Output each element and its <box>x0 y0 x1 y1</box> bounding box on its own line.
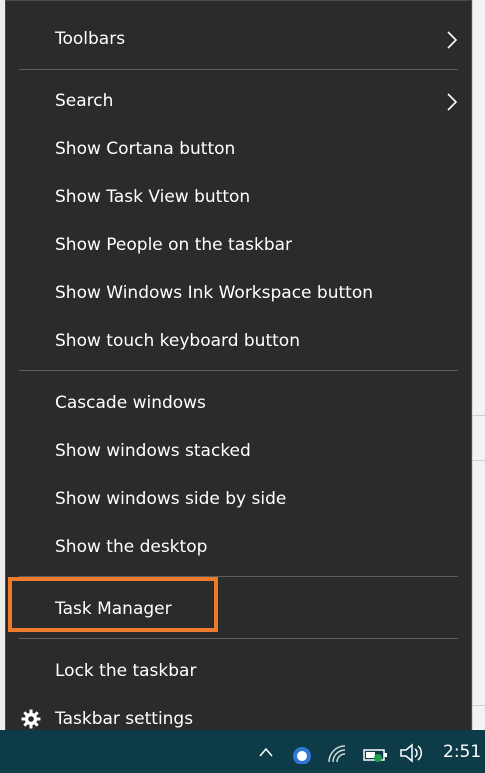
menu-item-lock-taskbar[interactable]: Lock the taskbar <box>6 649 471 693</box>
menu-item-label: Show the desktop <box>55 537 208 557</box>
gear-icon <box>21 709 41 729</box>
menu-item-toolbars[interactable]: Toolbars <box>6 17 471 61</box>
menu-item-show-windows-ink[interactable]: Show Windows Ink Workspace button <box>6 271 471 315</box>
menu-item-show-people[interactable]: Show People on the taskbar <box>6 223 471 267</box>
menu-item-label: Show windows stacked <box>55 441 251 461</box>
menu-item-label: Show touch keyboard button <box>55 331 300 351</box>
menu-item-label: Search <box>55 91 114 111</box>
onedrive-icon[interactable] <box>290 744 314 764</box>
menu-item-label: Show windows side by side <box>55 489 287 509</box>
menu-separator <box>19 576 458 577</box>
chevron-up-icon[interactable] <box>258 746 274 758</box>
menu-item-label: Toolbars <box>55 29 126 49</box>
chevron-right-icon <box>447 31 458 49</box>
menu-item-show-windows-stacked[interactable]: Show windows stacked <box>6 429 471 473</box>
menu-separator <box>19 69 458 70</box>
menu-item-show-windows-side-by-side[interactable]: Show windows side by side <box>6 477 471 521</box>
taskbar <box>0 730 485 773</box>
menu-item-search[interactable]: Search <box>6 79 471 123</box>
chevron-right-icon <box>447 93 458 111</box>
menu-separator <box>19 370 458 371</box>
taskbar-context-menu: Toolbars Search Show Cortana button Show… <box>5 0 472 745</box>
wifi-icon[interactable] <box>326 744 352 766</box>
menu-item-show-cortana-button[interactable]: Show Cortana button <box>6 127 471 171</box>
menu-item-label: Show Task View button <box>55 187 251 207</box>
menu-item-label: Show People on the taskbar <box>55 235 293 255</box>
menu-item-label: Show Windows Ink Workspace button <box>55 283 373 303</box>
menu-item-show-desktop[interactable]: Show the desktop <box>6 525 471 569</box>
menu-separator <box>19 638 458 639</box>
desktop-background-right <box>472 0 485 730</box>
battery-icon[interactable] <box>362 744 390 764</box>
menu-item-cascade-windows[interactable]: Cascade windows <box>6 381 471 425</box>
menu-item-show-task-view-button[interactable]: Show Task View button <box>6 175 471 219</box>
menu-item-show-touch-keyboard[interactable]: Show touch keyboard button <box>6 319 471 363</box>
menu-item-label: Show Cortana button <box>55 139 236 159</box>
menu-item-task-manager[interactable]: Task Manager <box>6 587 471 631</box>
menu-item-label: Task Manager <box>55 599 172 619</box>
taskbar-clock[interactable]: 2:51 <box>443 742 481 762</box>
menu-item-label: Cascade windows <box>55 393 206 413</box>
volume-icon[interactable] <box>398 742 424 764</box>
menu-item-label: Lock the taskbar <box>55 661 197 681</box>
